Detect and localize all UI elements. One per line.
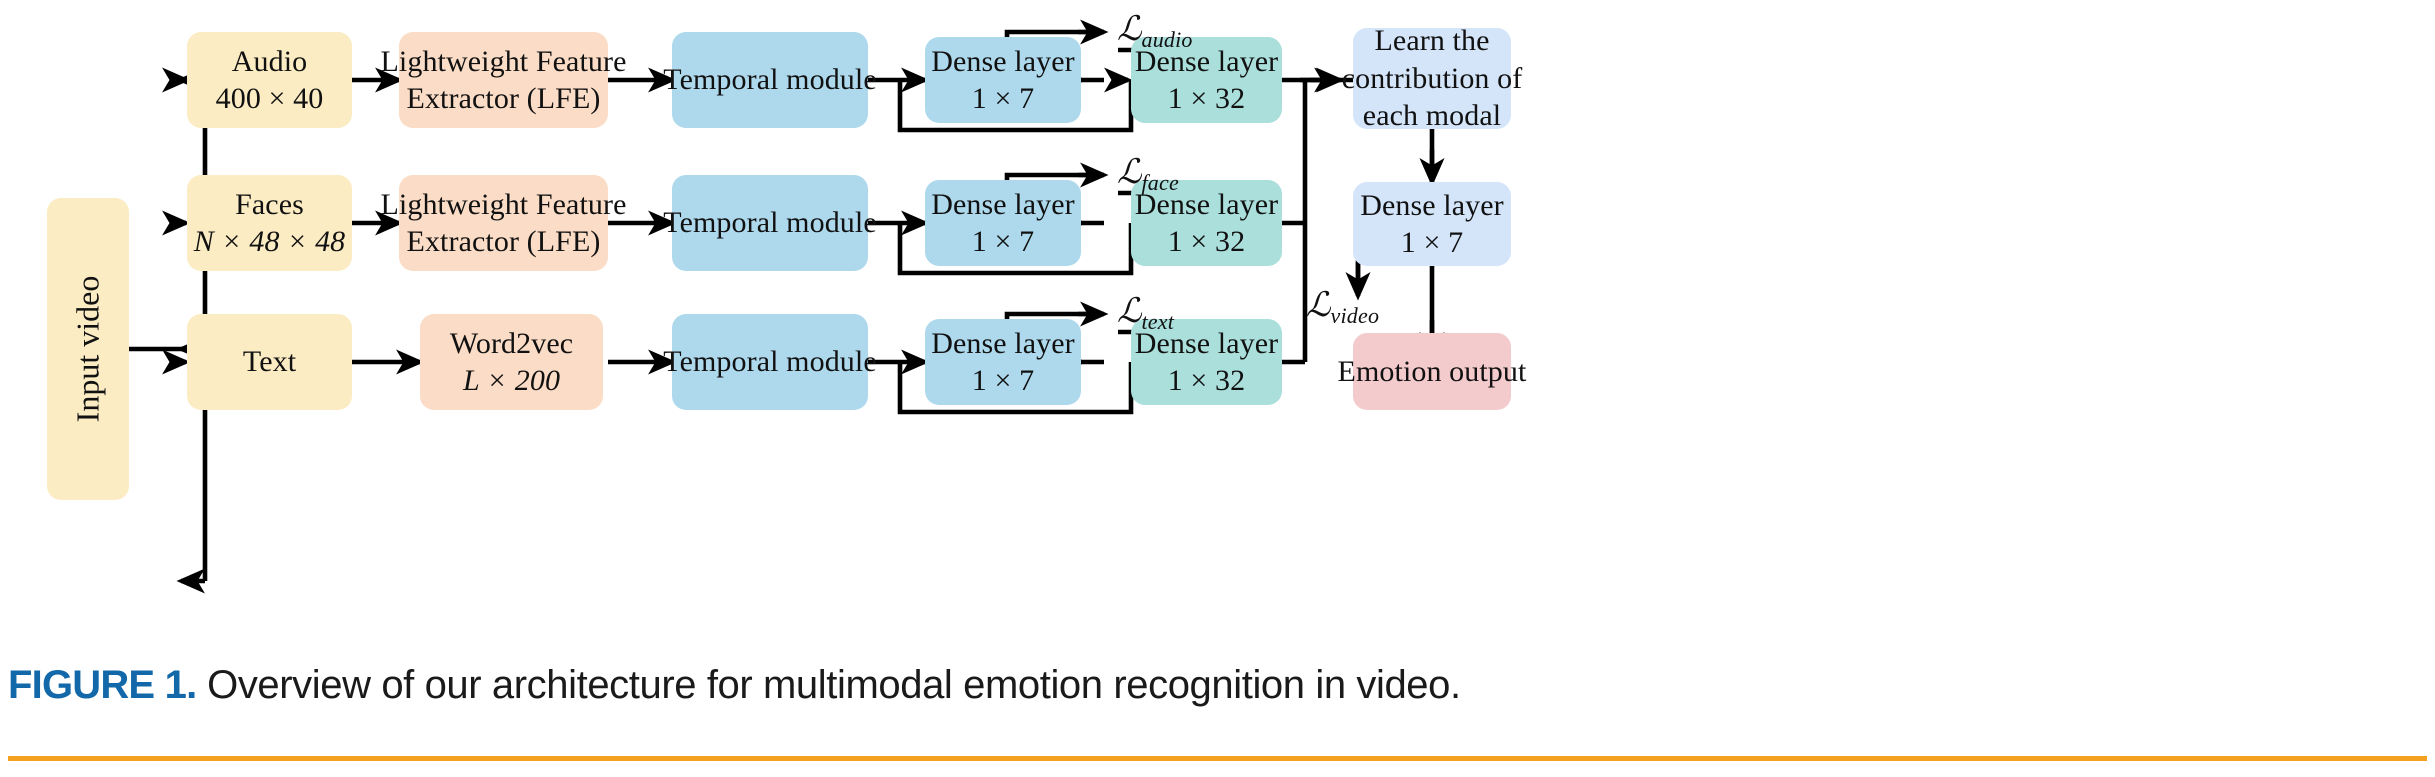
node-face-dense-a-line1: Dense layer (931, 187, 1075, 221)
node-text-dense-a-line2: 1 × 7 (971, 364, 1035, 397)
loss-video-symbol: ℒ (1306, 285, 1331, 325)
loss-audio-subscript: audio (1141, 27, 1193, 52)
node-face-dense-a[interactable]: Dense layer 1 × 7 (925, 180, 1081, 266)
node-text-temporal-line1: Temporal module (663, 345, 877, 379)
label-loss-audio: ℒaudio (1117, 9, 1193, 53)
node-face-temporal[interactable]: Temporal module (663, 175, 877, 271)
node-text-extractor[interactable]: Word2vec L × 200 (420, 314, 603, 410)
loss-audio-symbol: ℒ (1117, 9, 1142, 49)
figure-container: Input video Audio 400 × 40 Lightweight F… (0, 0, 2435, 777)
node-input-video[interactable]: Input video (47, 198, 129, 500)
node-text-dense-a-line1: Dense layer (931, 326, 1075, 360)
node-text-extractor-line2: L × 200 (462, 364, 561, 397)
node-audio-dense-a-line1: Dense layer (931, 44, 1075, 78)
node-text-source[interactable]: Text (187, 314, 352, 410)
node-face-extractor-line2: Extractor (LFE) (406, 225, 601, 258)
node-audio-dense-a-line2: 1 × 7 (971, 82, 1035, 115)
node-face-extractor[interactable]: Lightweight Feature Extractor (LFE) (381, 175, 626, 271)
node-text-dense-b-line2: 1 × 32 (1167, 364, 1246, 397)
loss-text-symbol: ℒ (1117, 291, 1142, 331)
node-audio-extractor[interactable]: Lightweight Feature Extractor (LFE) (381, 32, 626, 128)
node-input-video-label: Input video (69, 275, 106, 423)
node-fusion-dense[interactable]: Dense layer 1 × 7 (1353, 182, 1511, 266)
node-fusion[interactable]: Learn the contribution of each modal (1342, 24, 1523, 132)
node-face-source-line2: N × 48 × 48 (193, 225, 346, 258)
node-emotion-output-label: Emotion output (1337, 354, 1527, 388)
node-text-extractor-line1: Word2vec (449, 326, 574, 360)
node-fusion-line1: Learn the (1374, 24, 1490, 58)
node-fusion-dense-line2: 1 × 7 (1400, 226, 1464, 259)
node-audio-temporal[interactable]: Temporal module (663, 32, 877, 128)
node-text-dense-a[interactable]: Dense layer 1 × 7 (925, 319, 1081, 405)
node-face-source-line1: Faces (235, 187, 304, 221)
node-audio-temporal-line1: Temporal module (663, 63, 877, 97)
loss-face-subscript: face (1141, 170, 1179, 195)
node-audio-extractor-line1: Lightweight Feature (380, 44, 627, 78)
node-audio-source-line2: 400 × 40 (215, 82, 324, 115)
label-loss-video: ℒvideo (1306, 285, 1379, 329)
node-audio-extractor-line2: Extractor (LFE) (406, 82, 601, 115)
node-text-source-line1: Text (242, 345, 297, 379)
node-face-temporal-line1: Temporal module (663, 206, 877, 240)
figure-accent-rule (8, 756, 2427, 761)
node-face-dense-a-line2: 1 × 7 (971, 225, 1035, 258)
node-text-temporal[interactable]: Temporal module (663, 314, 877, 410)
node-fusion-line2: contribution of (1341, 61, 1523, 95)
figure-caption-text: Overview of our architecture for multimo… (196, 663, 1461, 707)
node-audio-source[interactable]: Audio 400 × 40 (187, 32, 352, 128)
figure-caption-label: FIGURE 1. (8, 663, 197, 707)
node-audio-source-line1: Audio (231, 44, 308, 78)
node-audio-dense-a[interactable]: Dense layer 1 × 7 (925, 37, 1081, 123)
node-fusion-line3: each modal (1362, 99, 1502, 133)
loss-video-subscript: video (1330, 303, 1380, 328)
label-loss-face: ℒface (1117, 152, 1179, 196)
loss-text-subscript: text (1141, 309, 1175, 334)
loss-face-symbol: ℒ (1117, 152, 1142, 192)
caption-area: FIGURE 1. Overview of our architecture f… (0, 630, 2435, 777)
label-loss-text: ℒtext (1117, 291, 1174, 335)
node-face-dense-b-line2: 1 × 32 (1167, 225, 1246, 258)
node-face-extractor-line1: Lightweight Feature (380, 187, 627, 221)
figure-caption: FIGURE 1. Overview of our architecture f… (8, 663, 1461, 708)
architecture-diagram: Input video Audio 400 × 40 Lightweight F… (0, 0, 2435, 630)
node-fusion-dense-line1: Dense layer (1360, 188, 1504, 222)
node-face-source[interactable]: Faces N × 48 × 48 (187, 175, 352, 271)
node-audio-dense-b-line2: 1 × 32 (1167, 82, 1246, 115)
node-emotion-output[interactable]: Emotion output (1338, 333, 1526, 410)
